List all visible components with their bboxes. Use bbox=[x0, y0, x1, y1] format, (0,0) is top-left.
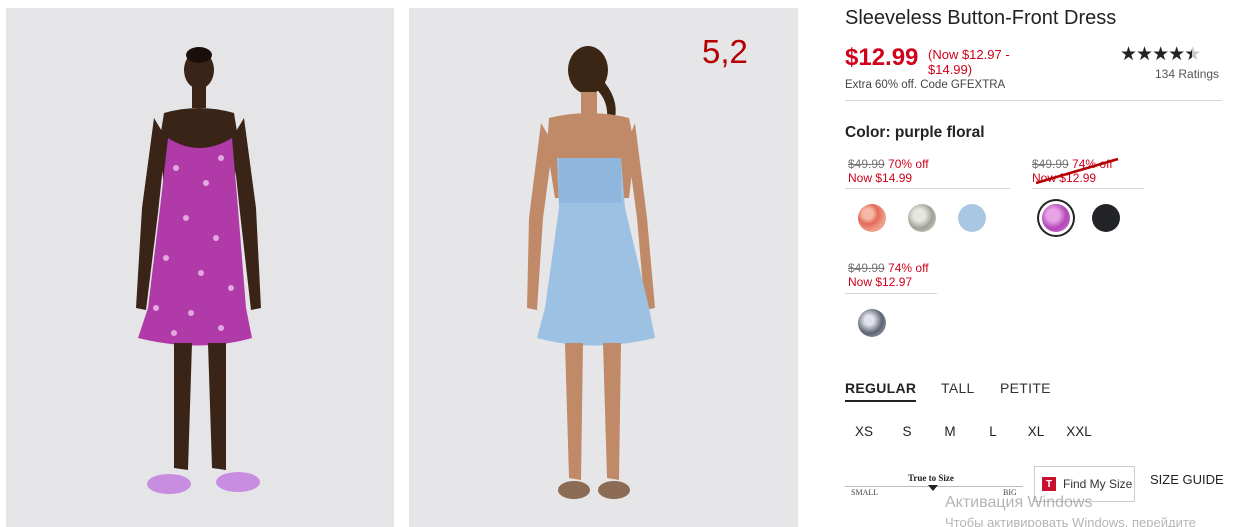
product-title: Sleeveless Button-Front Dress bbox=[845, 7, 1117, 29]
size-guide-link[interactable]: SIZE GUIDE bbox=[1150, 472, 1224, 487]
original-price: $49.99 bbox=[848, 261, 885, 275]
swatch-purple-floral[interactable] bbox=[1042, 204, 1070, 232]
price-group-divider bbox=[845, 188, 1010, 189]
swatch-chambray[interactable] bbox=[958, 204, 986, 232]
tab-petite[interactable]: PETITE bbox=[1000, 380, 1051, 396]
price-group-3: $49.99 74% off Now $12.97 bbox=[848, 261, 929, 289]
size-option-xxl[interactable]: XXL bbox=[1064, 424, 1094, 439]
current-price: $12.99 bbox=[845, 44, 919, 71]
fit-meter-small-label: SMALL bbox=[851, 488, 879, 497]
size-option-l[interactable]: L bbox=[978, 424, 1008, 439]
page-annotation: 5,2 bbox=[702, 33, 748, 70]
windows-activation-subtext: Чтобы активировать Windows, перейдите bbox=[945, 515, 1196, 527]
model-front-illustration bbox=[6, 8, 394, 527]
fit-indicator-icon bbox=[928, 485, 938, 491]
size-option-m[interactable]: M bbox=[935, 424, 965, 439]
swatch-navy-print[interactable] bbox=[858, 309, 886, 337]
strike-mark-icon bbox=[1035, 157, 1119, 185]
find-my-size-label: Find My Size bbox=[1063, 477, 1133, 491]
header-divider bbox=[845, 100, 1222, 101]
product-image-back[interactable] bbox=[409, 8, 798, 527]
price-range: (Now $12.97 - $14.99) bbox=[928, 47, 1010, 77]
ratings-count-link[interactable]: 134 Ratings bbox=[1155, 67, 1219, 81]
star-icon: ★ bbox=[1184, 44, 1201, 65]
tab-regular[interactable]: REGULAR bbox=[845, 380, 917, 402]
product-image-front[interactable] bbox=[6, 8, 394, 527]
rating-stars: ★★★★★ bbox=[1120, 44, 1201, 65]
swatch-black[interactable] bbox=[1092, 204, 1120, 232]
true-fit-logo-icon: T bbox=[1042, 477, 1056, 491]
sale-price: Now $12.97 bbox=[848, 275, 913, 289]
rating-stars-icon[interactable]: ★★★★★ bbox=[1120, 43, 1201, 66]
discount-percent: 70% off bbox=[888, 157, 929, 171]
original-price: $49.99 bbox=[848, 157, 885, 171]
swatch-green-floral[interactable] bbox=[908, 204, 936, 232]
fit-meter-label: True to Size bbox=[908, 473, 954, 483]
price-group-divider bbox=[1032, 188, 1144, 189]
size-option-xl[interactable]: XL bbox=[1021, 424, 1051, 439]
star-icon: ★ bbox=[1168, 44, 1185, 65]
price-group-2: $49.99 74% off Now $12.99 bbox=[1032, 157, 1119, 185]
swatch-red-floral[interactable] bbox=[858, 204, 886, 232]
windows-activation-watermark: Активация Windows bbox=[945, 494, 1093, 511]
star-icon: ★ bbox=[1152, 44, 1169, 65]
size-option-s[interactable]: S bbox=[892, 424, 922, 439]
star-icon: ★ bbox=[1136, 44, 1153, 65]
size-option-xs[interactable]: XS bbox=[849, 424, 879, 439]
promo-text: Extra 60% off. Code GFEXTRA bbox=[845, 79, 1006, 91]
discount-percent: 74% off bbox=[888, 261, 929, 275]
star-icon: ★ bbox=[1120, 44, 1137, 65]
sale-price: Now $14.99 bbox=[848, 171, 913, 185]
price-group-divider bbox=[845, 293, 937, 294]
tab-tall[interactable]: TALL bbox=[941, 380, 975, 396]
model-back-illustration bbox=[409, 8, 798, 527]
price-group-1: $49.99 70% off Now $14.99 bbox=[848, 157, 929, 185]
color-label: Color: purple floral bbox=[845, 124, 985, 141]
